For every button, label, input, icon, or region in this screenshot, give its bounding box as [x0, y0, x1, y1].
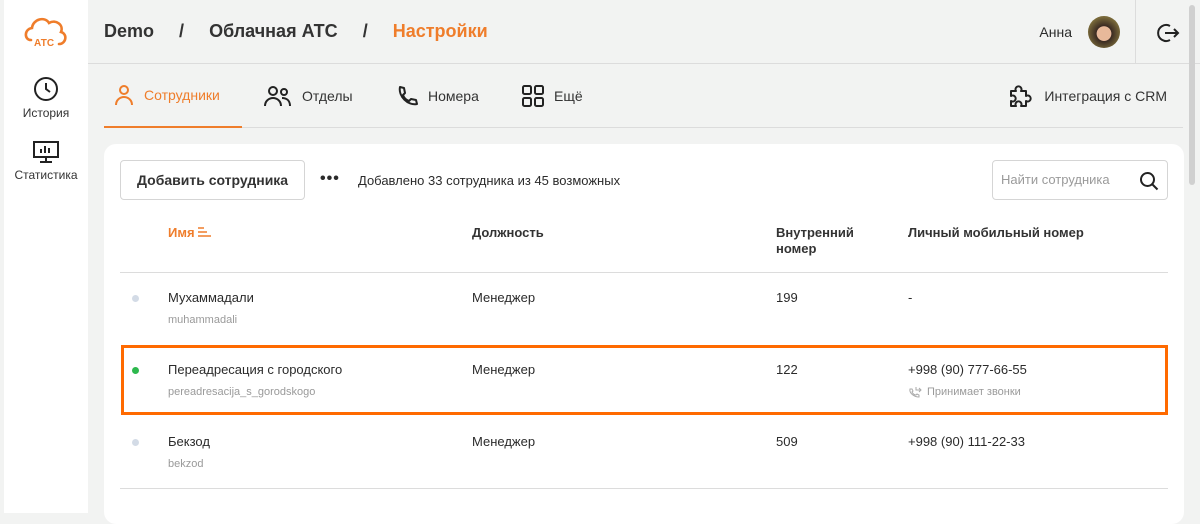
- tab-employees[interactable]: Сотрудники: [104, 64, 242, 128]
- phone-icon: [396, 85, 418, 107]
- tab-label: Сотрудники: [144, 87, 220, 103]
- breadcrumb-separator: /: [179, 21, 184, 41]
- search-field[interactable]: [992, 160, 1168, 200]
- employee-name: Мухаммадали: [168, 290, 254, 305]
- table-row[interactable]: Бекзод bekzod Менеджер 509 +998 (90) 111…: [120, 416, 1168, 488]
- tab-bar: Сотрудники Отделы Номера Ещё Интеграция …: [104, 64, 1183, 128]
- employee-mobile: +998 (90) 111-22-33: [908, 434, 1025, 449]
- tab-label: Номера: [428, 88, 479, 104]
- user-icon: [114, 84, 134, 106]
- status-indicator: [132, 439, 139, 446]
- tab-departments[interactable]: Отделы: [264, 64, 353, 128]
- more-options-button[interactable]: •••: [320, 170, 340, 188]
- employee-name: Бекзод: [168, 434, 210, 449]
- employee-extension: 199: [776, 290, 798, 305]
- employee-extension: 509: [776, 434, 798, 449]
- search-input[interactable]: [1001, 172, 1131, 187]
- add-employee-button[interactable]: Добавить сотрудника: [120, 160, 305, 200]
- crm-label: Интеграция с CRM: [1044, 88, 1167, 104]
- breadcrumb: Demo / Облачная АТС / Настройки: [104, 21, 508, 42]
- grid-icon: [522, 85, 544, 107]
- sidebar-item-label: История: [23, 106, 70, 120]
- avatar[interactable]: [1088, 16, 1120, 48]
- header-label: Имя: [168, 225, 195, 240]
- employee-position: Менеджер: [472, 434, 535, 449]
- scrollbar[interactable]: [1189, 5, 1195, 185]
- sidebar: АТС История Статистика: [4, 0, 88, 513]
- clock-icon: [33, 76, 59, 102]
- svg-text:АТС: АТС: [34, 38, 54, 49]
- highlighted-row-outline: [121, 345, 1168, 415]
- logout-icon[interactable]: [1156, 21, 1180, 45]
- employees-card: Добавить сотрудника ••• Добавлено 33 сот…: [104, 144, 1184, 524]
- users-icon: [264, 85, 292, 107]
- search-icon[interactable]: [1139, 171, 1159, 191]
- sidebar-item-history[interactable]: История: [4, 76, 88, 120]
- user-menu[interactable]: Анна: [1039, 16, 1120, 48]
- column-header-name[interactable]: Имя: [168, 225, 212, 241]
- table-row[interactable]: Мухаммадали muhammadali Менеджер 199 -: [120, 272, 1168, 344]
- breadcrumb-separator: /: [363, 21, 368, 41]
- sort-icon: [198, 227, 212, 237]
- tab-numbers[interactable]: Номера: [396, 64, 479, 128]
- sidebar-item-statistics[interactable]: Статистика: [4, 140, 88, 182]
- user-name: Анна: [1039, 24, 1072, 40]
- column-header-extension: Внутренний номер: [776, 225, 871, 257]
- tab-label: Ещё: [554, 88, 583, 104]
- divider: [120, 488, 1168, 489]
- breadcrumb-cloud-pbx[interactable]: Облачная АТС: [209, 21, 338, 41]
- column-header-position: Должность: [472, 225, 544, 241]
- crm-integration-link[interactable]: Интеграция с CRM: [1008, 64, 1167, 128]
- employee-mobile: -: [908, 290, 912, 305]
- tab-more[interactable]: Ещё: [522, 64, 583, 128]
- tab-label: Отделы: [302, 88, 353, 104]
- employee-login: bekzod: [168, 458, 203, 470]
- employee-login: muhammadali: [168, 314, 237, 326]
- logo[interactable]: АТС: [23, 14, 69, 55]
- breadcrumb-settings: Настройки: [393, 21, 488, 41]
- status-indicator: [132, 295, 139, 302]
- puzzle-icon: [1008, 83, 1034, 109]
- monitor-chart-icon: [32, 140, 60, 164]
- breadcrumb-demo[interactable]: Demo: [104, 21, 154, 41]
- employee-count-info: Добавлено 33 сотрудника из 45 возможных: [358, 173, 620, 188]
- header: Demo / Облачная АТС / Настройки Анна: [88, 0, 1200, 64]
- divider: [1135, 0, 1136, 63]
- employee-position: Менеджер: [472, 290, 535, 305]
- sidebar-item-label: Статистика: [14, 168, 77, 182]
- column-header-mobile: Личный мобильный номер: [908, 225, 1084, 241]
